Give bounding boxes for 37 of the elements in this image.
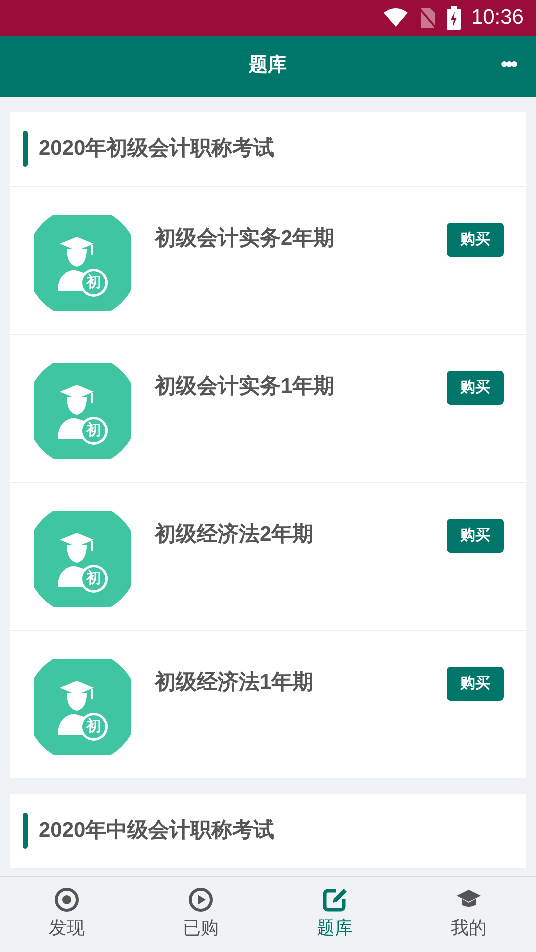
student-avatar-icon	[34, 511, 131, 607]
buy-button[interactable]: 购买	[447, 223, 504, 257]
course-name: 初级经济法2年期	[155, 522, 315, 548]
more-button[interactable]: •••	[500, 50, 516, 80]
nav-tab[interactable]: 我的	[402, 877, 536, 952]
student-avatar-icon	[34, 659, 131, 755]
student-avatar-icon	[34, 215, 131, 311]
buy-button[interactable]: 购买	[447, 667, 504, 701]
course-item[interactable]: 初 初级会计实务2年期 购买	[10, 187, 526, 335]
course-name: 初级经济法1年期	[155, 670, 315, 696]
course-item[interactable]: 初 初级会计实务1年期 购买	[10, 335, 526, 483]
status-time: 10:36	[471, 5, 524, 32]
accent-bar	[23, 813, 28, 849]
badge-char: 初	[85, 569, 102, 589]
nav-tab[interactable]: 发现	[0, 877, 134, 952]
nav-tab[interactable]: 题库	[268, 877, 402, 952]
play-icon	[188, 887, 214, 913]
page-title: 题库	[249, 54, 287, 78]
section-title: 2020年中级会计职称考试	[39, 818, 275, 844]
wifi-icon	[383, 8, 410, 28]
course-item[interactable]: 初 初级经济法1年期 购买	[10, 631, 526, 779]
student-avatar-icon	[34, 363, 131, 459]
badge-char: 初	[85, 421, 102, 441]
accent-bar	[23, 131, 28, 167]
edit-icon	[322, 887, 348, 913]
target-icon	[54, 887, 80, 913]
course-name: 初级会计实务2年期	[155, 226, 336, 252]
no-sim-icon	[419, 7, 438, 29]
badge-char: 初	[85, 717, 102, 737]
battery-charging-icon	[447, 6, 462, 30]
course-name: 初级会计实务1年期	[155, 374, 336, 400]
buy-button[interactable]: 购买	[447, 371, 504, 405]
course-item[interactable]: 初 初级经济法2年期 购买	[10, 483, 526, 631]
nav-tab[interactable]: 已购	[134, 877, 268, 952]
badge-char: 初	[85, 273, 102, 293]
buy-button[interactable]: 购买	[447, 519, 504, 553]
section-title: 2020年初级会计职称考试	[39, 136, 275, 162]
